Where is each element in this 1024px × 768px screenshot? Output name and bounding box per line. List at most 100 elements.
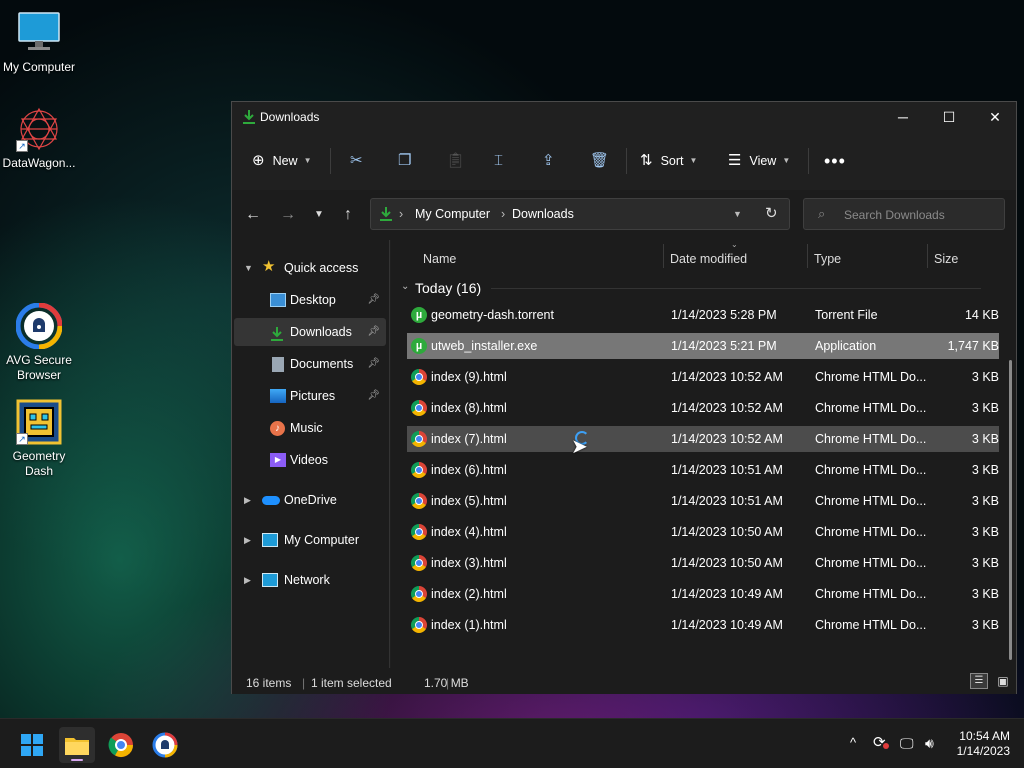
cloud-icon — [262, 496, 280, 505]
start-button[interactable] — [14, 727, 50, 763]
file-row[interactable]: index (4).html 1/14/2023 10:50 AM Chrome… — [407, 519, 999, 545]
delete-button[interactable]: 🗑︎ — [590, 148, 609, 174]
geometry-dash-icon: ↗ — [16, 399, 62, 445]
more-options-button[interactable]: ••• — [824, 148, 846, 174]
paste-button[interactable]: 📋︎ — [446, 148, 465, 174]
sort-button[interactable]: ⇅ Sort ▼ — [640, 148, 697, 174]
file-size: 3 KB — [971, 618, 999, 632]
chevron-down-icon: ▼ — [314, 209, 324, 220]
tiles-view-button[interactable]: ▣ — [994, 673, 1012, 689]
music-icon: ♪ — [270, 421, 285, 436]
taskbar: ^ ⟳ 🖵︎ 🔊︎ 10:54 AM 1/14/2023 — [0, 718, 1024, 768]
navigation-bar: ← → ▼ ↑ › My Computer › Downloads ▼ ↻ ⌕ … — [232, 190, 1016, 240]
monitor-icon — [16, 10, 62, 56]
file-date: 1/14/2023 10:52 AM — [671, 401, 783, 415]
desktop-icon-label: My Computer — [2, 60, 76, 74]
rename-button[interactable]: ⌶ — [494, 148, 503, 174]
details-view-button[interactable]: ☰ — [970, 673, 988, 689]
cut-button[interactable]: ✂ — [350, 148, 363, 174]
clock-date: 1/14/2023 — [956, 744, 1010, 758]
breadcrumb-my-computer[interactable]: My Computer — [415, 207, 490, 221]
vertical-scrollbar[interactable] — [1009, 360, 1012, 660]
taskbar-chrome[interactable] — [103, 727, 139, 763]
sort-label: Sort — [660, 154, 684, 168]
avg-browser-icon — [15, 302, 63, 350]
nav-network[interactable]: ▶ Network — [234, 566, 386, 594]
download-icon — [379, 206, 393, 227]
column-divider[interactable] — [807, 244, 808, 268]
recent-locations-button[interactable]: ▼ — [306, 203, 332, 227]
refresh-icon[interactable]: ↻ — [765, 204, 778, 222]
view-label: View — [749, 154, 777, 168]
chevron-down-icon: ▼ — [303, 156, 312, 165]
utorrent-icon: µ — [411, 307, 427, 323]
file-row[interactable]: index (8).html 1/14/2023 10:52 AM Chrome… — [407, 395, 999, 421]
window-title: Downloads — [260, 110, 320, 124]
file-name: index (8).html — [431, 401, 507, 415]
nav-music[interactable]: ♪ Music — [234, 414, 386, 442]
column-header-date[interactable]: Date modified — [670, 252, 747, 266]
title-bar[interactable]: Downloads ─ ☐ ✕ — [232, 102, 1016, 132]
file-row[interactable]: index (9).html 1/14/2023 10:52 AM Chrome… — [407, 364, 999, 390]
file-size: 14 KB — [964, 308, 999, 322]
volume-icon[interactable]: 🔊︎ — [925, 735, 934, 752]
share-button[interactable]: ⇪ — [542, 148, 555, 174]
network-tray-icon[interactable]: 🖵︎ — [900, 735, 914, 752]
maximize-button[interactable]: ☐ — [926, 102, 972, 132]
desktop-icon-datawagon[interactable]: ↗ DataWagon... — [0, 106, 78, 171]
nav-videos[interactable]: ▶ Videos — [234, 446, 386, 474]
file-row[interactable]: index (6).html 1/14/2023 10:51 AM Chrome… — [407, 457, 999, 483]
nav-onedrive[interactable]: ▶ OneDrive — [234, 486, 386, 514]
desktop-icon-geometry-dash[interactable]: ↗ Geometry Dash — [0, 399, 78, 479]
column-divider[interactable] — [927, 244, 928, 268]
alert-dot-icon — [883, 743, 889, 749]
desktop-icon-avg-browser[interactable]: AVG Secure Browser — [0, 302, 78, 383]
minimize-button[interactable]: ─ — [880, 102, 926, 132]
nav-quick-access[interactable]: ▼ ★ Quick access — [234, 254, 386, 282]
desktop-icon-my-computer[interactable]: My Computer — [0, 10, 78, 75]
close-button[interactable]: ✕ — [972, 102, 1018, 132]
show-hidden-icons-button[interactable]: ^ — [850, 735, 856, 750]
nav-desktop[interactable]: Desktop 📌︎ — [234, 286, 386, 314]
address-bar[interactable]: › My Computer › Downloads ▼ ↻ — [370, 198, 790, 230]
arrow-right-icon: → — [280, 206, 296, 223]
forward-button[interactable]: → — [275, 203, 301, 227]
chrome-icon — [411, 369, 427, 385]
column-divider[interactable] — [663, 244, 664, 268]
search-box[interactable]: ⌕ Search Downloads — [803, 198, 1005, 230]
taskbar-file-explorer[interactable] — [59, 727, 95, 763]
videos-icon: ▶ — [270, 453, 286, 467]
avg-browser-icon — [152, 732, 178, 758]
view-button[interactable]: ☰ View ▼ — [728, 148, 790, 174]
back-button[interactable]: ← — [240, 203, 266, 227]
file-row[interactable]: index (5).html 1/14/2023 10:51 AM Chrome… — [407, 488, 999, 514]
breadcrumb-downloads[interactable]: Downloads — [512, 207, 574, 221]
nav-pictures[interactable]: Pictures 📌︎ — [234, 382, 386, 410]
file-row[interactable]: µ geometry-dash.torrent 1/14/2023 5:28 P… — [407, 302, 999, 328]
column-header-name[interactable]: Name — [423, 252, 456, 266]
chrome-icon — [411, 462, 427, 478]
nav-my-computer[interactable]: ▶ My Computer — [234, 526, 386, 554]
file-row[interactable]: index (3).html 1/14/2023 10:50 AM Chrome… — [407, 550, 999, 576]
new-button[interactable]: ⊕ New ▼ — [252, 148, 312, 174]
address-dropdown-icon[interactable]: ▼ — [733, 209, 742, 219]
column-header-type[interactable]: Type — [814, 252, 841, 266]
copy-button[interactable]: ❐ — [398, 148, 411, 174]
taskbar-avg-browser[interactable] — [147, 727, 183, 763]
nav-documents[interactable]: Documents 📌︎ — [234, 350, 386, 378]
file-name: index (2).html — [431, 587, 507, 601]
up-button[interactable]: ↑ — [335, 203, 361, 227]
sort-icon: ⇅ — [640, 152, 653, 169]
file-type: Chrome HTML Do... — [815, 556, 927, 570]
file-row[interactable]: index (1).html 1/14/2023 10:49 AM Chrome… — [407, 612, 999, 638]
chevron-down-icon: ⌄ — [401, 281, 410, 292]
file-row-selected[interactable]: µ utweb_installer.exe 1/14/2023 5:21 PM … — [407, 333, 999, 359]
file-date: 1/14/2023 5:28 PM — [671, 308, 777, 322]
file-row-hovered[interactable]: index (7).html 1/14/2023 10:52 AM Chrome… — [407, 426, 999, 452]
clock[interactable]: 10:54 AM 1/14/2023 — [957, 729, 1010, 759]
nav-downloads[interactable]: Downloads 📌︎ — [234, 318, 386, 346]
sync-icon[interactable]: ⟳ — [873, 733, 889, 751]
column-header-size[interactable]: Size — [934, 252, 958, 266]
file-row[interactable]: index (2).html 1/14/2023 10:49 AM Chrome… — [407, 581, 999, 607]
group-title: Today (16) — [415, 280, 482, 296]
